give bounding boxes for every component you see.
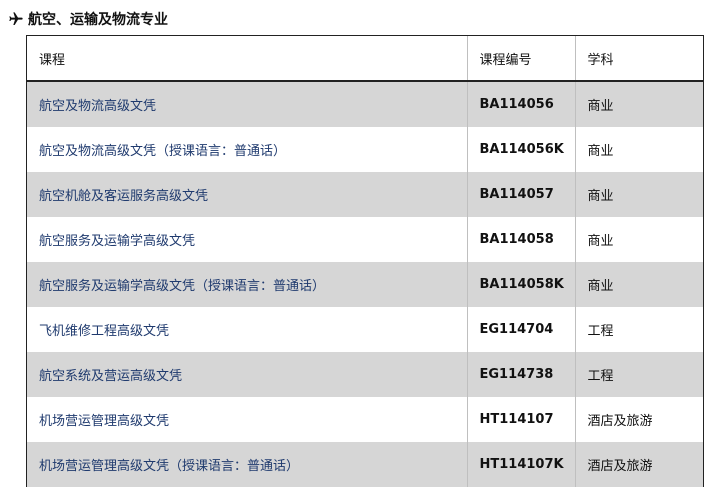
course-name-link[interactable]: 航空系统及营运高级文凭 bbox=[27, 352, 467, 397]
course-code: HT114107 bbox=[466, 397, 575, 442]
table-row: 航空服务及运输学高级文凭 BA114058 商业 bbox=[27, 217, 703, 262]
course-subject: 工程 bbox=[574, 307, 703, 352]
course-name-link[interactable]: 机场营运管理高级文凭 bbox=[27, 397, 467, 442]
course-code: HT114107K bbox=[466, 442, 575, 487]
course-code: EG114704 bbox=[466, 307, 575, 352]
course-subject: 商业 bbox=[574, 172, 703, 217]
course-code: BA114058 bbox=[466, 217, 575, 262]
column-header-course: 课程 bbox=[27, 36, 467, 82]
table-row: 航空服务及运输学高级文凭（授课语言：普通话） BA114058K 商业 bbox=[27, 262, 703, 307]
column-header-subject: 学科 bbox=[574, 36, 703, 82]
course-name-link[interactable]: 机场营运管理高级文凭（授课语言：普通话） bbox=[27, 442, 467, 487]
course-code: BA114056K bbox=[466, 127, 575, 172]
course-subject: 酒店及旅游 bbox=[574, 397, 703, 442]
course-name-link[interactable]: 航空机舱及客运服务高级文凭 bbox=[27, 172, 467, 217]
column-header-code: 课程编号 bbox=[466, 36, 575, 82]
course-code: EG114738 bbox=[466, 352, 575, 397]
table-row: 航空机舱及客运服务高级文凭 BA114057 商业 bbox=[27, 172, 703, 217]
course-table: 课程 课程编号 学科 航空及物流高级文凭 BA114056 商业 航空及物流高级文凭（… bbox=[27, 36, 703, 487]
table-row: 航空及物流高级文凭（授课语言：普通话） BA114056K 商业 bbox=[27, 127, 703, 172]
section-heading: 航空、运输及物流专业 bbox=[8, 8, 168, 30]
course-name-link[interactable]: 航空服务及运输学高级文凭 bbox=[27, 217, 467, 262]
course-subject: 商业 bbox=[574, 262, 703, 307]
table-row: 机场营运管理高级文凭 HT114107 酒店及旅游 bbox=[27, 397, 703, 442]
course-subject: 工程 bbox=[574, 352, 703, 397]
course-table-container: 课程 课程编号 学科 航空及物流高级文凭 BA114056 商业 航空及物流高级文凭（… bbox=[26, 35, 704, 487]
table-row: 飞机维修工程高级文凭 EG114704 工程 bbox=[27, 307, 703, 352]
course-name-link[interactable]: 航空及物流高级文凭 bbox=[27, 81, 467, 127]
course-code: BA114058K bbox=[466, 262, 575, 307]
airplane-icon bbox=[8, 11, 24, 27]
course-subject: 酒店及旅游 bbox=[574, 442, 703, 487]
table-row: 航空系统及营运高级文凭 EG114738 工程 bbox=[27, 352, 703, 397]
course-subject: 商业 bbox=[574, 217, 703, 262]
course-code: BA114056 bbox=[466, 81, 575, 127]
section-title: 航空、运输及物流专业 bbox=[28, 12, 168, 28]
course-code: BA114057 bbox=[466, 172, 575, 217]
course-name-link[interactable]: 航空服务及运输学高级文凭（授课语言：普通话） bbox=[27, 262, 467, 307]
table-row: 航空及物流高级文凭 BA114056 商业 bbox=[27, 81, 703, 127]
course-subject: 商业 bbox=[574, 81, 703, 127]
course-name-link[interactable]: 飞机维修工程高级文凭 bbox=[27, 307, 467, 352]
course-name-link[interactable]: 航空及物流高级文凭（授课语言：普通话） bbox=[27, 127, 467, 172]
table-header-row: 课程 课程编号 学科 bbox=[27, 36, 703, 82]
course-subject: 商业 bbox=[574, 127, 703, 172]
table-row: 机场营运管理高级文凭（授课语言：普通话） HT114107K 酒店及旅游 bbox=[27, 442, 703, 487]
